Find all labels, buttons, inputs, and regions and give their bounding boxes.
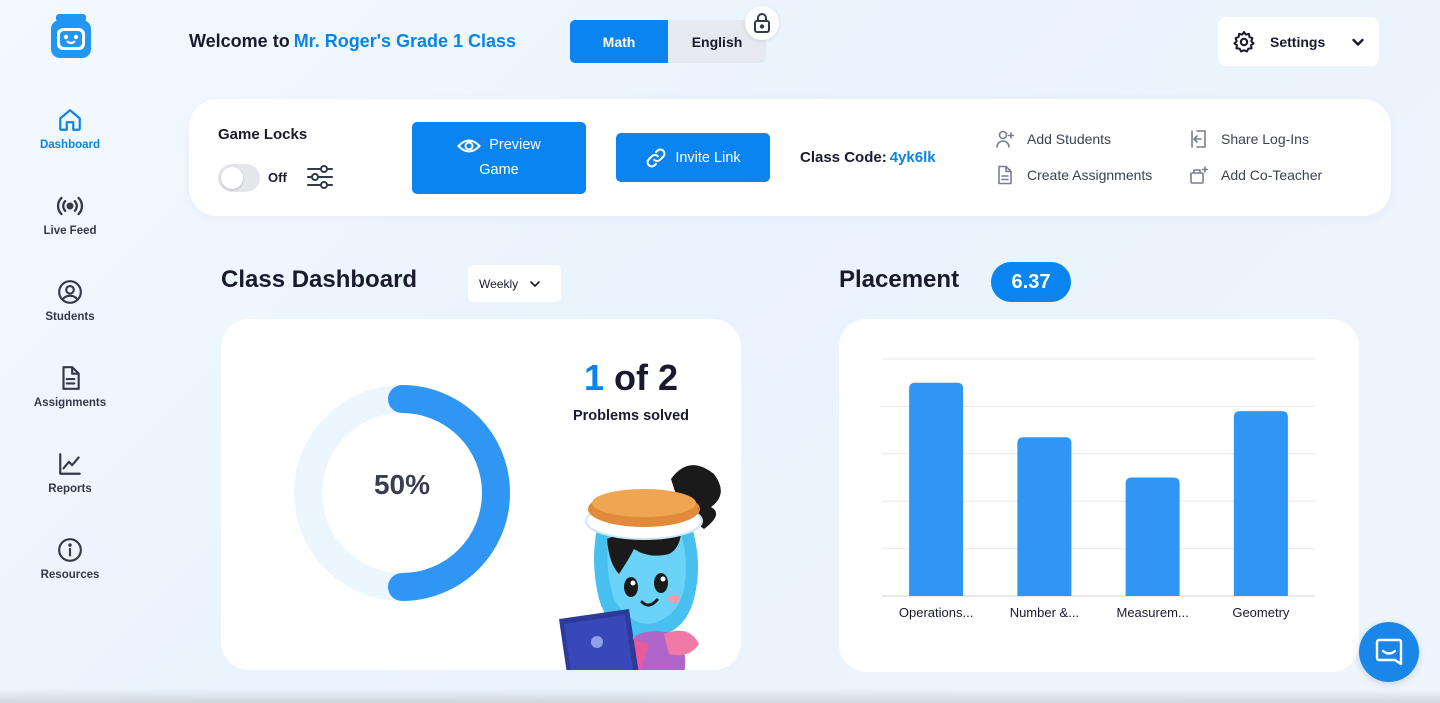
subject-toggle: Math English bbox=[570, 20, 766, 63]
sidebar-item-dashboard[interactable]: Dashboard bbox=[0, 107, 140, 151]
game-locks-toggle[interactable] bbox=[218, 164, 260, 192]
document-icon bbox=[62, 366, 80, 390]
chat-icon bbox=[1375, 638, 1403, 666]
preview-game-button[interactable]: Preview Game bbox=[412, 122, 586, 194]
sidebar-item-live-feed[interactable]: Live Feed bbox=[0, 193, 140, 237]
period-label: Weekly bbox=[479, 276, 519, 291]
class-code-value: 4yk6lk bbox=[889, 149, 936, 166]
game-locks-title: Game Locks bbox=[218, 126, 308, 143]
problems-solved-count: 1 of 2 bbox=[561, 357, 701, 399]
sliders-icon[interactable] bbox=[306, 164, 334, 190]
bottom-shade bbox=[0, 689, 1440, 703]
add-co-teacher-button[interactable]: Add Co-Teacher bbox=[1189, 165, 1322, 185]
chart-labels: Operations... Number &... Measurem... Geome… bbox=[899, 605, 1290, 620]
link-icon bbox=[646, 148, 666, 167]
user-circle-icon bbox=[58, 280, 82, 304]
create-assignments-button[interactable]: Create Assignments bbox=[995, 165, 1152, 185]
chat-button[interactable] bbox=[1359, 622, 1419, 682]
sidebar-item-students[interactable]: Students bbox=[0, 279, 140, 323]
sidebar-item-resources[interactable]: Resources bbox=[0, 537, 140, 581]
problems-solved-label: Problems solved bbox=[572, 408, 690, 424]
x-tick-label: Geometry bbox=[1232, 605, 1290, 620]
chevron-down-icon bbox=[1352, 38, 1364, 46]
add-co-teacher-icon bbox=[1190, 166, 1209, 184]
invite-link-button[interactable]: Invite Link bbox=[616, 133, 770, 182]
add-co-teacher-label: Add Co-Teacher bbox=[1221, 167, 1323, 183]
sidebar-item-label: Dashboard bbox=[39, 139, 101, 151]
gear-icon bbox=[1233, 30, 1255, 52]
chevron-down-icon bbox=[530, 280, 540, 287]
share-login-icon bbox=[1191, 130, 1206, 148]
bar-3[interactable] bbox=[1125, 477, 1180, 597]
bar-4[interactable] bbox=[1233, 411, 1288, 596]
placement-bar-chart: Operations... Number &... Measurem... Geome… bbox=[882, 358, 1315, 620]
invite-label: Invite Link bbox=[675, 149, 741, 166]
bar-1[interactable] bbox=[909, 382, 964, 596]
chart-bars bbox=[909, 382, 1288, 597]
class-code: Class Code: 4yk6lk bbox=[800, 149, 936, 166]
placement-score-badge: 6.37 bbox=[991, 262, 1071, 302]
placement-title: Placement bbox=[839, 266, 960, 293]
home-icon bbox=[59, 109, 81, 131]
bar-2[interactable] bbox=[1017, 437, 1072, 596]
add-user-icon bbox=[996, 130, 1015, 148]
sidebar-item-label: Students bbox=[45, 311, 95, 323]
welcome-prefix: Welcome to bbox=[189, 31, 290, 51]
page-title: Welcome to Mr. Roger's Grade 1 Class bbox=[189, 31, 516, 52]
sidebar-item-assignments[interactable]: Assignments bbox=[0, 365, 140, 409]
add-students-button[interactable]: Add Students bbox=[995, 129, 1111, 149]
toolbar-card: Game Locks Off Preview Game Invite Link … bbox=[189, 99, 1391, 216]
broadcast-icon bbox=[56, 196, 84, 216]
sidebar-item-label: Resources bbox=[40, 569, 100, 581]
mascot-illustration bbox=[559, 465, 721, 670]
class-name-link[interactable]: Mr. Roger's Grade 1 Class bbox=[294, 31, 516, 51]
x-tick-label: Measurem... bbox=[1117, 605, 1189, 620]
placement-card: Operations... Number &... Measurem... Geome… bbox=[839, 319, 1359, 672]
class-dashboard-card: 50% 1 of 2 Problems solved bbox=[221, 319, 741, 670]
app-logo-icon[interactable] bbox=[49, 12, 93, 60]
x-tick-label: Number &... bbox=[1010, 605, 1079, 620]
sidebar: Dashboard Live Feed Students Assignments… bbox=[0, 0, 140, 703]
game-locks-state: Off bbox=[268, 170, 287, 185]
share-logins-label: Share Log-Ins bbox=[1221, 131, 1309, 147]
progress-percent: 50% bbox=[373, 469, 431, 500]
sidebar-item-label: Assignments bbox=[33, 397, 107, 409]
info-icon bbox=[58, 538, 82, 562]
line-chart-icon bbox=[59, 453, 81, 475]
solved-count: 1 bbox=[583, 357, 604, 398]
class-code-label: Class Code: bbox=[800, 149, 887, 166]
x-tick-label: Operations... bbox=[899, 605, 973, 620]
eye-icon bbox=[457, 139, 482, 152]
add-students-label: Add Students bbox=[1027, 131, 1112, 147]
sidebar-item-label: Reports bbox=[48, 483, 92, 495]
create-document-icon bbox=[998, 165, 1012, 185]
preview-label-line2: Game bbox=[479, 162, 519, 178]
lock-icon bbox=[745, 6, 779, 40]
sidebar-item-reports[interactable]: Reports bbox=[0, 451, 140, 495]
sidebar-item-label: Live Feed bbox=[43, 225, 97, 237]
create-assignments-label: Create Assignments bbox=[1027, 167, 1153, 183]
settings-label: Settings bbox=[1270, 33, 1326, 50]
share-logins-button[interactable]: Share Log-Ins bbox=[1189, 129, 1309, 149]
solved-of: of 2 bbox=[614, 357, 679, 398]
settings-dropdown[interactable]: Settings bbox=[1218, 17, 1379, 66]
tab-math[interactable]: Math bbox=[570, 20, 668, 63]
period-dropdown[interactable]: Weekly bbox=[468, 265, 561, 302]
preview-label-line1: Preview bbox=[489, 137, 541, 153]
class-dashboard-title: Class Dashboard bbox=[221, 266, 418, 293]
